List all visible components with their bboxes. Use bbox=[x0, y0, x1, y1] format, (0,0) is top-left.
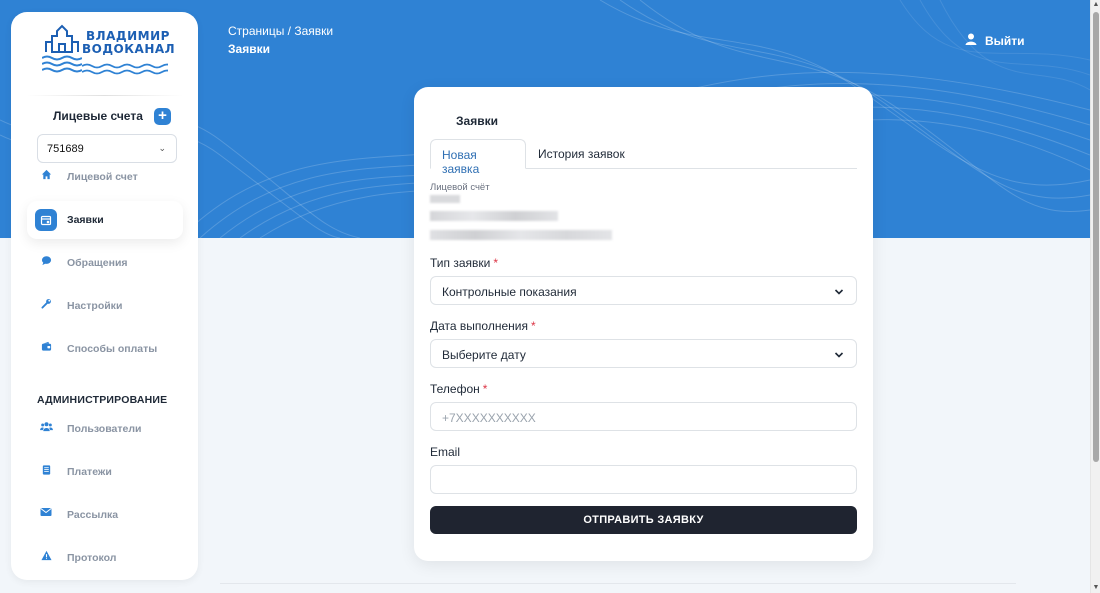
chevron-down-icon bbox=[834, 284, 844, 300]
tab-bar: Новая заявка История заявок bbox=[430, 139, 857, 176]
sidebar-item-requests[interactable]: Заявки bbox=[27, 201, 183, 239]
sidebar-item-account[interactable]: Лицевой счет bbox=[27, 158, 183, 196]
logout-label: Выйти bbox=[985, 34, 1025, 48]
accounts-title: Лицевые счета bbox=[53, 109, 143, 123]
email-label: Email bbox=[430, 445, 461, 459]
account-info-label: Лицевой счёт bbox=[430, 182, 490, 193]
home-icon bbox=[35, 169, 57, 185]
wrench-icon bbox=[35, 298, 57, 314]
sidebar-item-label: Лицевой счет bbox=[67, 171, 138, 183]
wallet-icon bbox=[35, 341, 57, 357]
sidebar-item-appeals[interactable]: Обращения bbox=[27, 244, 183, 282]
email-input[interactable] bbox=[430, 465, 857, 494]
request-type-label: Тип заявки * bbox=[430, 256, 499, 270]
user-icon bbox=[965, 33, 979, 48]
tab-request-history[interactable]: История заявок bbox=[527, 139, 636, 169]
date-select[interactable]: Выберите дату bbox=[430, 339, 857, 368]
receipt-icon bbox=[35, 464, 57, 480]
request-type-value: Контрольные показания bbox=[442, 285, 577, 299]
page-scrollbar[interactable]: ▲ ▼ bbox=[1090, 0, 1100, 593]
calendar-icon bbox=[35, 209, 57, 231]
sidebar-item-label: Протокол bbox=[67, 552, 117, 564]
breadcrumb[interactable]: Страницы / Заявки bbox=[228, 24, 333, 38]
account-select-value: 751689 bbox=[47, 143, 84, 155]
logo-text: ВЛАДИМИР ВОДОКАНАЛ bbox=[82, 29, 176, 56]
sidebar-item-label: Рассылка bbox=[67, 509, 119, 521]
warning-icon bbox=[35, 550, 57, 566]
phone-input[interactable]: +7XXXXXXXXXX bbox=[430, 402, 857, 431]
sidebar-item-mailing[interactable]: Рассылка bbox=[27, 496, 183, 534]
sidebar-item-label: Способы оплаты bbox=[67, 343, 158, 355]
users-icon bbox=[35, 421, 57, 437]
chat-icon bbox=[35, 255, 57, 271]
sidebar-item-payment-methods[interactable]: Способы оплаты bbox=[27, 330, 183, 368]
company-logo[interactable]: ВЛАДИМИР ВОДОКАНАЛ bbox=[42, 20, 175, 82]
redacted-account-number bbox=[430, 195, 460, 203]
date-label: Дата выполнения * bbox=[430, 319, 536, 333]
scrollbar-thumb[interactable] bbox=[1093, 12, 1099, 462]
date-select-value: Выберите дату bbox=[442, 348, 526, 362]
sidebar: ВЛАДИМИР ВОДОКАНАЛ Лицевые счета + 75168… bbox=[11, 12, 198, 580]
sidebar-item-label: Настройки bbox=[67, 300, 123, 312]
page-title: Заявки bbox=[228, 42, 270, 56]
footer-divider bbox=[220, 583, 1016, 584]
sidebar-divider bbox=[26, 95, 183, 96]
phone-placeholder: +7XXXXXXXXXX bbox=[442, 411, 536, 425]
scroll-up-arrow-icon[interactable]: ▲ bbox=[1092, 0, 1100, 10]
request-form-card: Заявки Новая заявка История заявок Лицев… bbox=[414, 87, 873, 561]
sidebar-item-settings[interactable]: Настройки bbox=[27, 287, 183, 325]
sidebar-item-label: Обращения bbox=[67, 257, 128, 269]
request-type-select[interactable]: Контрольные показания bbox=[430, 276, 857, 305]
redacted-account-owner bbox=[430, 211, 558, 221]
sidebar-item-users[interactable]: Пользователи bbox=[27, 410, 183, 448]
submit-request-button[interactable]: ОТПРАВИТЬ ЗАЯВКУ bbox=[430, 506, 857, 534]
sidebar-item-label: Платежи bbox=[67, 466, 112, 478]
logo-waves bbox=[82, 63, 168, 75]
chevron-down-icon bbox=[834, 347, 844, 363]
scroll-down-arrow-icon[interactable]: ▼ bbox=[1092, 583, 1100, 593]
logout-button[interactable]: Выйти bbox=[965, 33, 1025, 48]
sidebar-item-log[interactable]: Протокол bbox=[27, 539, 183, 577]
envelope-icon bbox=[35, 507, 57, 523]
tab-new-request[interactable]: Новая заявка bbox=[430, 139, 526, 176]
admin-section-title: АДМИНИСТРИРОВАНИЕ bbox=[37, 394, 168, 406]
sidebar-item-payments[interactable]: Платежи bbox=[27, 453, 183, 491]
sidebar-item-label: Заявки bbox=[67, 214, 104, 226]
phone-label: Телефон * bbox=[430, 382, 488, 396]
redacted-account-address bbox=[430, 230, 612, 240]
chevron-down-icon: ⌄ bbox=[158, 143, 166, 153]
logo-emblem-icon bbox=[42, 24, 82, 73]
add-account-button[interactable]: + bbox=[154, 108, 171, 125]
card-title: Заявки bbox=[456, 114, 498, 128]
sidebar-item-label: Пользователи bbox=[67, 423, 142, 435]
